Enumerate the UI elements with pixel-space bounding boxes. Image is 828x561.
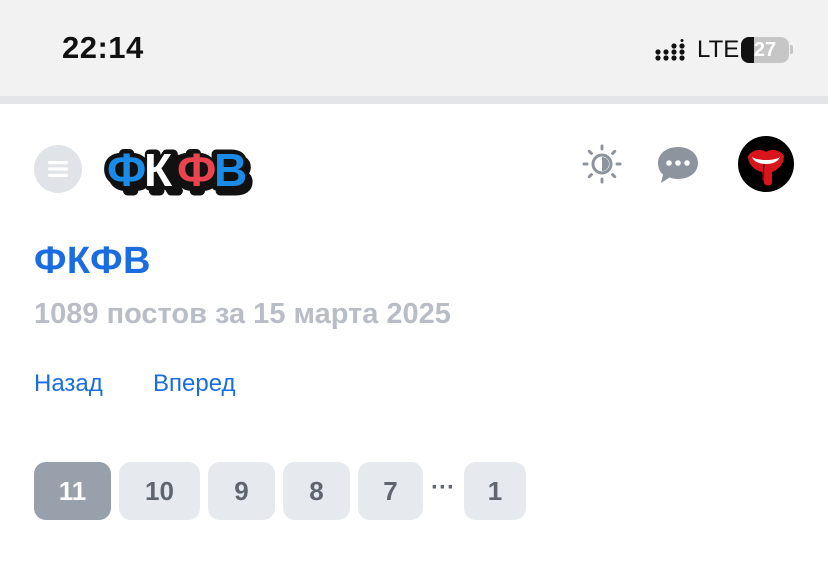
header-divider	[0, 96, 828, 104]
back-link[interactable]: Назад	[34, 370, 103, 398]
svg-text:В: В	[214, 144, 247, 196]
menu-icon	[48, 161, 68, 177]
status-bar: 22:14 LTE 27	[0, 0, 828, 96]
pagination-ellipsis: ···	[431, 474, 455, 501]
page-button-9[interactable]: 9	[208, 462, 275, 520]
page-subtitle: 1089 постов за 15 марта 2025	[34, 298, 451, 330]
menu-button[interactable]	[34, 145, 82, 193]
page-button-8[interactable]: 8	[283, 462, 350, 520]
battery-percent: 27	[753, 38, 777, 61]
battery-icon: 27	[741, 37, 789, 63]
forward-link[interactable]: Вперед	[153, 370, 236, 398]
signal-icon	[655, 39, 685, 61]
page-button-11[interactable]: 11	[34, 462, 111, 520]
svg-text:Ф: Ф	[177, 144, 216, 196]
svg-text:Ф: Ф	[107, 144, 146, 196]
svg-text:К: К	[144, 144, 173, 196]
main-content: ФКФВ ФКФВ Ф К Ф В ФКФВ 1089 постов за 15…	[0, 104, 828, 561]
site-logo[interactable]: ФКФВ ФКФВ Ф К Ф В	[104, 140, 270, 202]
chat-bubble-icon[interactable]	[655, 144, 701, 186]
page-button-7[interactable]: 7	[358, 462, 423, 520]
page-button-1[interactable]: 1	[464, 462, 526, 520]
avatar[interactable]	[738, 136, 794, 192]
page-button-10[interactable]: 10	[119, 462, 200, 520]
battery-tip	[790, 45, 793, 54]
theme-toggle-sun-icon[interactable]	[582, 144, 622, 184]
avatar-tongue-logo-icon	[748, 149, 784, 186]
network-type: LTE	[697, 36, 740, 63]
status-time: 22:14	[62, 30, 144, 65]
page-title: ФКФВ	[34, 240, 152, 282]
